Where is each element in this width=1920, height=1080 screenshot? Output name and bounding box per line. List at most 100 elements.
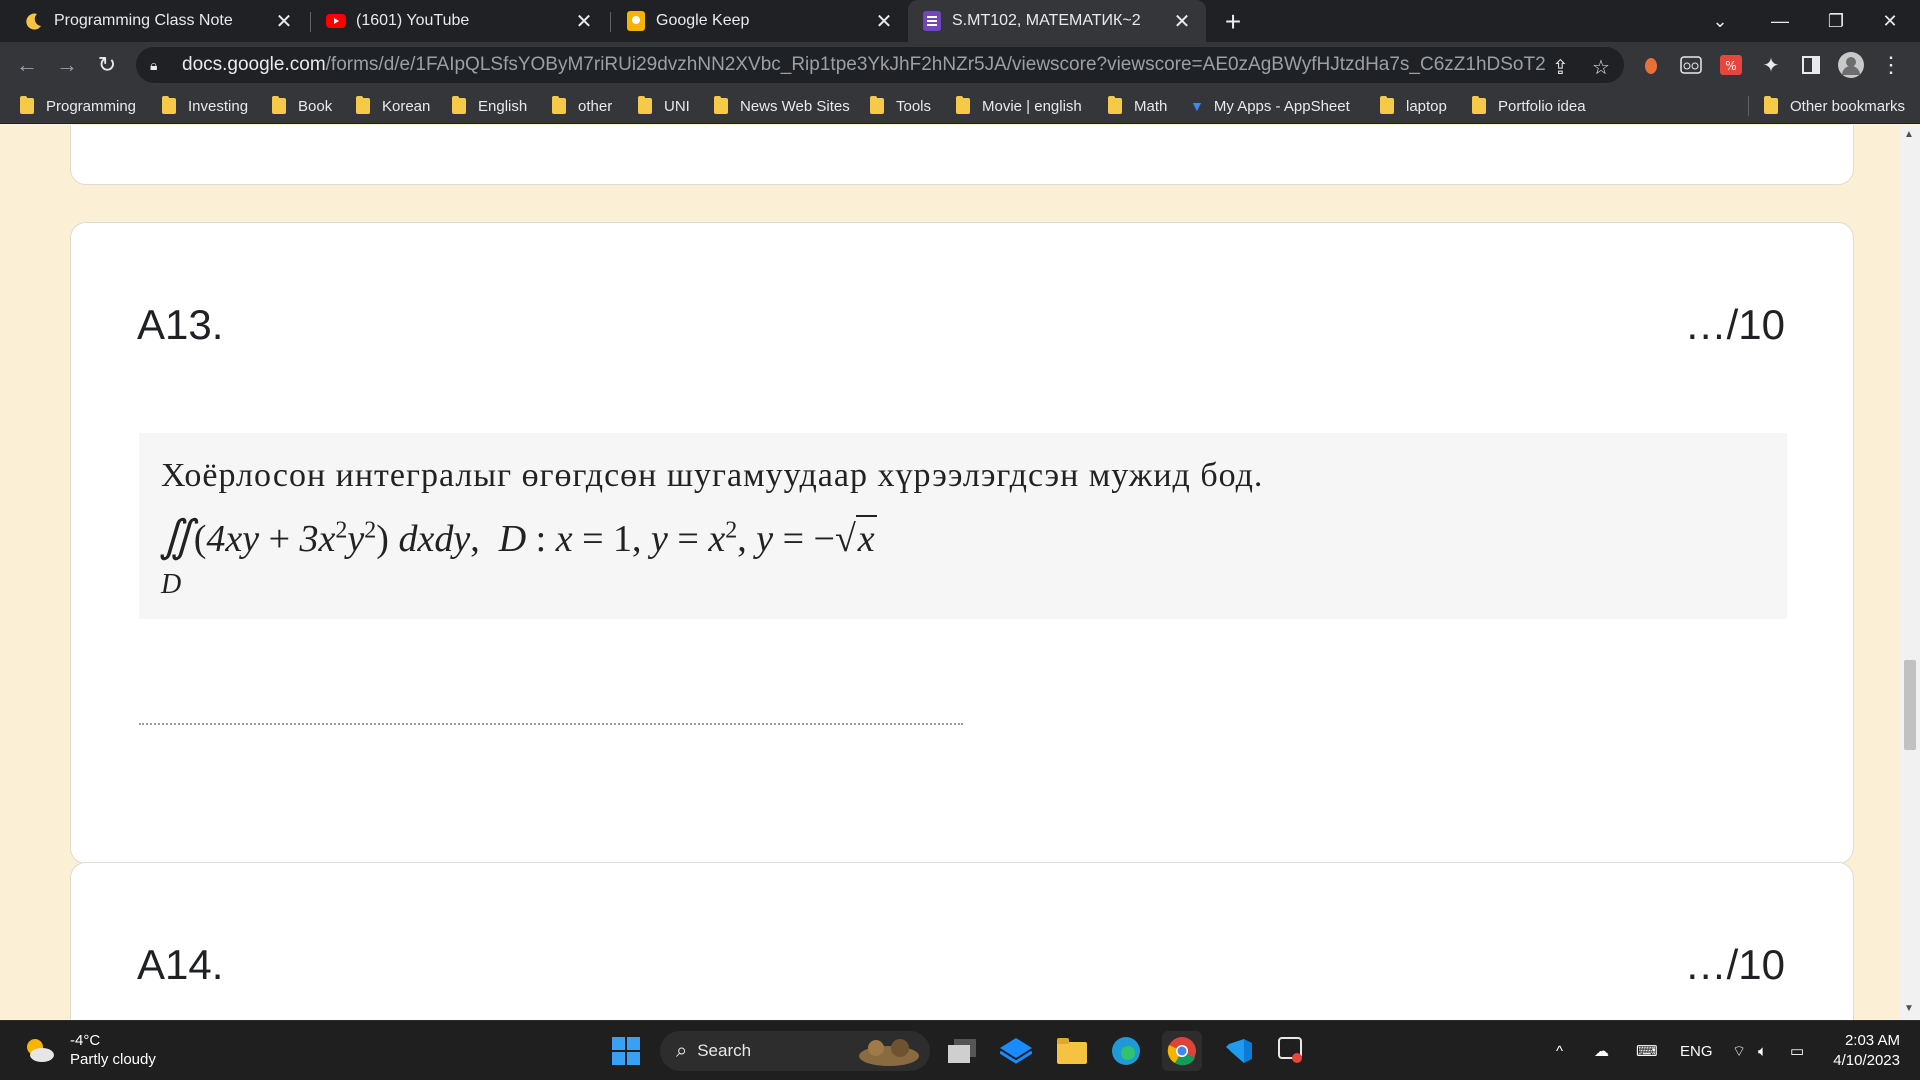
- bookmark-folder-news[interactable]: News Web Sites: [714, 95, 850, 117]
- tab-title: Google Keep: [656, 12, 750, 29]
- appsheet-icon: ▼: [1190, 98, 1204, 114]
- translate-extension-icon[interactable]: %: [1718, 52, 1744, 78]
- integral-formula: ∬(4xy + 3x2y2) dxdy, D : x = 1, y = x2, …: [159, 512, 877, 600]
- glasses-extension-icon[interactable]: [1678, 52, 1704, 78]
- show-hidden-icons[interactable]: ^: [1556, 1021, 1563, 1080]
- clock-date: 4/10/2023: [1833, 1052, 1900, 1069]
- question-title: A13.: [137, 301, 224, 348]
- question-title: A14.: [137, 941, 224, 988]
- widgets-icon[interactable]: [996, 1031, 1036, 1071]
- search-icon: ⌕: [676, 1039, 688, 1062]
- tab-separator: [610, 12, 611, 32]
- forward-icon[interactable]: →: [52, 50, 82, 80]
- menu-kebab-icon[interactable]: ⋮: [1878, 52, 1904, 78]
- weather-widget[interactable]: -4°C Partly cloudy: [22, 1031, 156, 1069]
- volume-icon[interactable]: 🔈︎: [1758, 1021, 1767, 1080]
- lock-icon: 🔒︎: [150, 56, 158, 73]
- search-highlight-illustration: [859, 1039, 919, 1066]
- folder-icon: [1380, 96, 1394, 114]
- question-card-a13: A13. …/10 Хоёрлосон интегралыг өгөгдсөн …: [70, 222, 1854, 864]
- scroll-up-icon[interactable]: ▲: [1904, 129, 1914, 140]
- bookmark-folder-laptop[interactable]: laptop: [1380, 95, 1447, 117]
- restore-button[interactable]: ❐: [1806, 0, 1866, 42]
- reload-icon[interactable]: ↻: [92, 50, 122, 80]
- edge-browser-icon[interactable]: [1106, 1031, 1146, 1071]
- folder-icon: [1108, 96, 1122, 114]
- folder-icon: [356, 96, 370, 114]
- address-bar[interactable]: 🔒︎ docs.google.com/forms/d/e/1FAIpQLSfsY…: [136, 47, 1624, 83]
- scrollbar-thumb[interactable]: [1904, 660, 1916, 750]
- battery-icon[interactable]: ▭: [1790, 1021, 1804, 1080]
- folder-icon: [20, 96, 34, 114]
- tab-youtube[interactable]: (1601) YouTube ✕: [312, 0, 608, 42]
- bookmark-folder-tools[interactable]: Tools: [870, 95, 931, 117]
- onedrive-icon[interactable]: ☁: [1594, 1021, 1609, 1080]
- folder-icon: [1764, 96, 1778, 114]
- tab-programming-class-note[interactable]: Programming Class Note ✕: [10, 0, 308, 42]
- new-tab-button[interactable]: +: [1218, 6, 1248, 38]
- puzzle-icon[interactable]: ✦: [1758, 52, 1784, 78]
- vscode-icon[interactable]: [1218, 1031, 1258, 1071]
- bookmark-folder-programming[interactable]: Programming: [20, 95, 136, 117]
- answer-line: [139, 723, 963, 725]
- search-label: Search: [697, 1041, 752, 1060]
- bookmark-folder-uni[interactable]: UNI: [638, 95, 690, 117]
- bookmark-folder-book[interactable]: Book: [272, 95, 332, 117]
- bookmark-appsheet[interactable]: ▼ My Apps - AppSheet: [1190, 95, 1350, 117]
- keyboard-icon[interactable]: ⌨: [1636, 1021, 1658, 1080]
- url-text: docs.google.com/forms/d/e/1FAIpQLSfsYOBy…: [182, 54, 1547, 75]
- back-icon[interactable]: ←: [12, 50, 42, 80]
- partly-cloudy-icon: [27, 1039, 54, 1062]
- close-window-button[interactable]: ✕: [1860, 0, 1920, 42]
- tab-google-keep[interactable]: Google Keep ✕: [612, 0, 908, 42]
- bookmarks-bar: Programming Investing Book Korean Englis…: [0, 88, 1920, 124]
- share-icon[interactable]: ⇪: [1552, 55, 1569, 80]
- question-prompt: Хоёрлосон интегралыг өгөгдсөн шугамуудаа…: [161, 457, 1264, 494]
- bookmark-folder-math[interactable]: Math: [1108, 95, 1167, 117]
- folder-icon: [638, 96, 652, 114]
- tab-search-icon[interactable]: ⌄: [1690, 0, 1750, 42]
- weather-temperature: -4°C: [70, 1032, 101, 1049]
- folder-icon: [552, 96, 566, 114]
- clock-time: 2:03 AM: [1844, 1032, 1900, 1049]
- moon-icon: [24, 11, 44, 31]
- page-scrollbar[interactable]: ▲ ▼: [1900, 125, 1920, 1020]
- chrome-browser-icon[interactable]: [1162, 1031, 1202, 1071]
- folder-icon: [1472, 96, 1486, 114]
- svg-text:%: %: [1725, 59, 1736, 73]
- windows-start-icon[interactable]: [606, 1031, 646, 1071]
- question-card-a14: A14. …/10: [70, 862, 1854, 1020]
- bookmark-folder-portfolio[interactable]: Portfolio idea: [1472, 95, 1586, 117]
- question-image: Хоёрлосон интегралыг өгөгдсөн шугамуудаа…: [139, 433, 1787, 619]
- bookmark-folder-english[interactable]: English: [452, 95, 527, 117]
- close-tab-icon[interactable]: ✕: [1172, 9, 1192, 34]
- snipping-tool-icon[interactable]: [1272, 1031, 1312, 1071]
- tab-strip: Programming Class Note ✕ (1601) YouTube …: [0, 0, 1920, 42]
- youtube-icon: [326, 11, 346, 31]
- language-indicator[interactable]: ENG: [1680, 1021, 1713, 1080]
- weather-description: Partly cloudy: [70, 1051, 156, 1068]
- system-clock[interactable]: 2:03 AM 4/10/2023: [1833, 1031, 1900, 1071]
- scroll-down-icon[interactable]: ▼: [1904, 1003, 1914, 1014]
- folder-icon: [714, 96, 728, 114]
- bookmark-folder-movie[interactable]: Movie | english: [956, 95, 1082, 117]
- task-view-icon[interactable]: [942, 1031, 982, 1071]
- tab-google-forms[interactable]: S.MT102, МАТЕМАТИК~2 ✕: [908, 0, 1206, 42]
- question-score: …/10: [1684, 301, 1785, 348]
- profile-avatar[interactable]: [1838, 52, 1864, 78]
- other-bookmarks[interactable]: Other bookmarks: [1764, 95, 1905, 117]
- close-tab-icon[interactable]: ✕: [574, 9, 594, 34]
- side-panel-icon[interactable]: [1798, 52, 1824, 78]
- close-tab-icon[interactable]: ✕: [874, 9, 894, 34]
- bookmark-folder-korean[interactable]: Korean: [356, 95, 430, 117]
- taskbar-search[interactable]: ⌕ Search: [660, 1031, 930, 1071]
- minimize-button[interactable]: —: [1750, 0, 1810, 42]
- bookmark-star-icon[interactable]: ☆: [1592, 55, 1610, 80]
- extension-icon[interactable]: [1638, 52, 1664, 78]
- file-explorer-icon[interactable]: [1052, 1031, 1092, 1071]
- bookmark-folder-other[interactable]: other: [552, 95, 612, 117]
- close-tab-icon[interactable]: ✕: [274, 9, 294, 34]
- wifi-icon[interactable]: ⌔: [1732, 1021, 1746, 1080]
- bookmark-folder-investing[interactable]: Investing: [162, 95, 248, 117]
- keep-icon: [626, 11, 646, 31]
